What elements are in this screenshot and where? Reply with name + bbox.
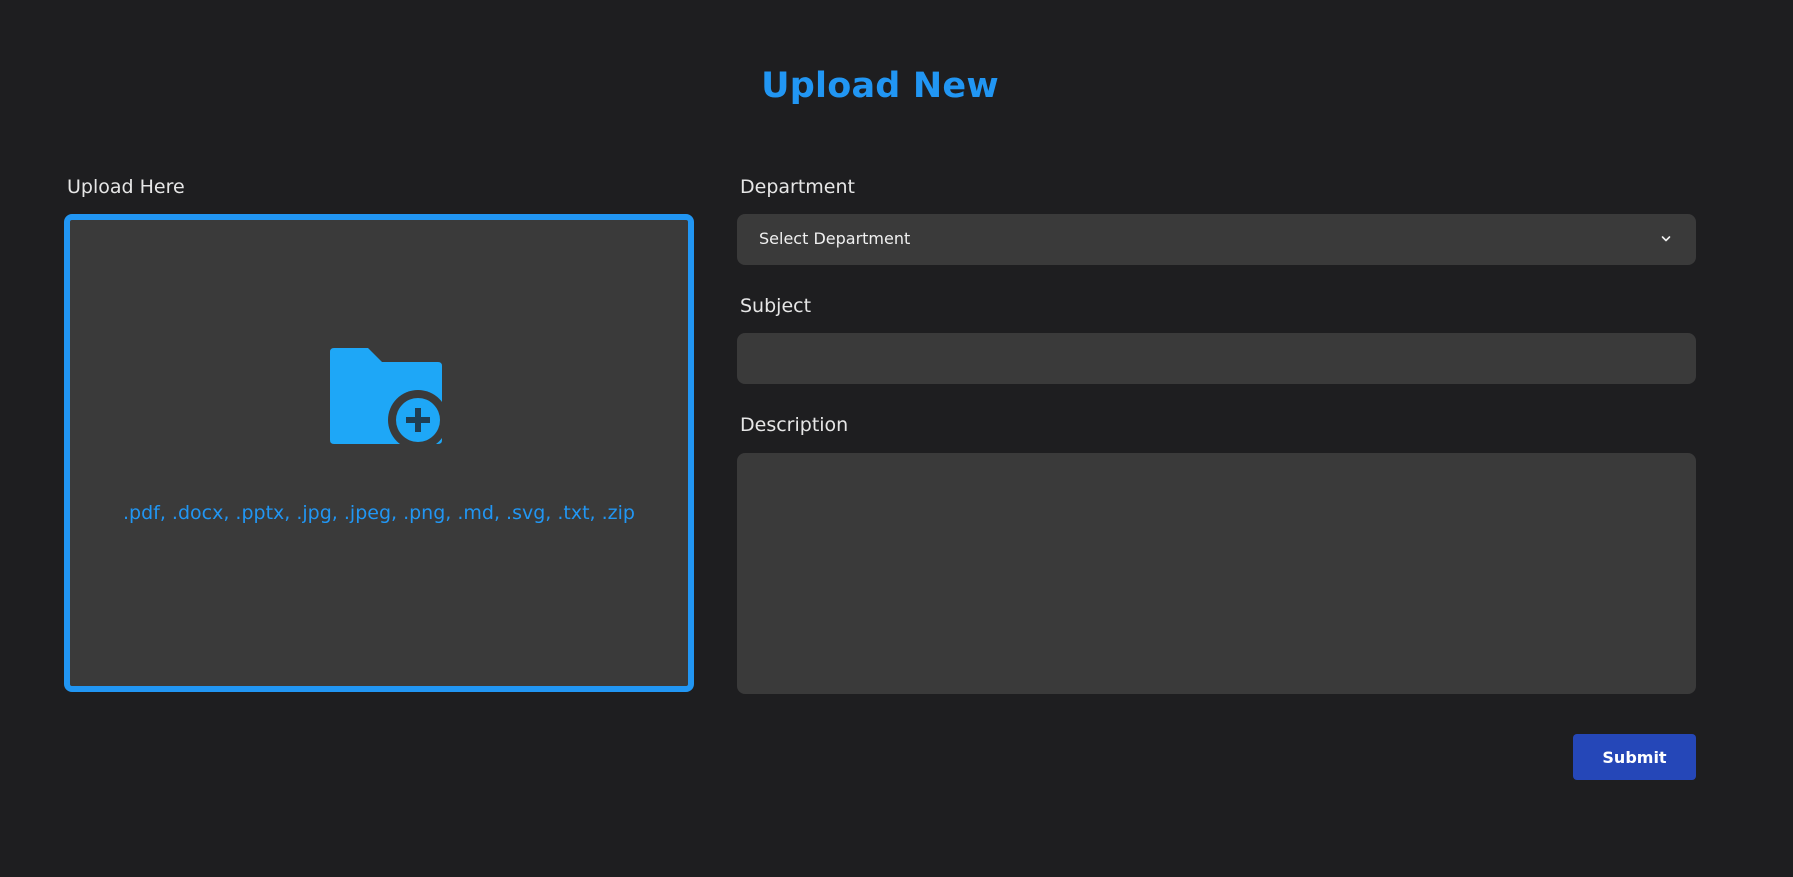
accepted-file-types: .pdf, .docx, .pptx, .jpg, .jpeg, .png, .… xyxy=(123,502,635,524)
subject-label: Subject xyxy=(740,295,812,317)
folder-add-icon xyxy=(330,348,442,444)
subject-input[interactable] xyxy=(737,333,1696,384)
department-selected-value: Select Department xyxy=(759,229,911,248)
submit-button[interactable]: Submit xyxy=(1573,734,1696,780)
description-label: Description xyxy=(740,414,849,436)
chevron-down-icon xyxy=(1661,236,1671,242)
description-textarea[interactable] xyxy=(737,453,1696,694)
upload-page: Upload New Upload Here .pdf, .docx, .ppt… xyxy=(0,0,1793,877)
department-select[interactable]: Select Department xyxy=(737,214,1696,265)
file-dropzone[interactable]: .pdf, .docx, .pptx, .jpg, .jpeg, .png, .… xyxy=(64,214,694,692)
page-title: Upload New xyxy=(761,66,999,106)
department-label: Department xyxy=(740,176,855,198)
upload-label: Upload Here xyxy=(67,176,185,198)
